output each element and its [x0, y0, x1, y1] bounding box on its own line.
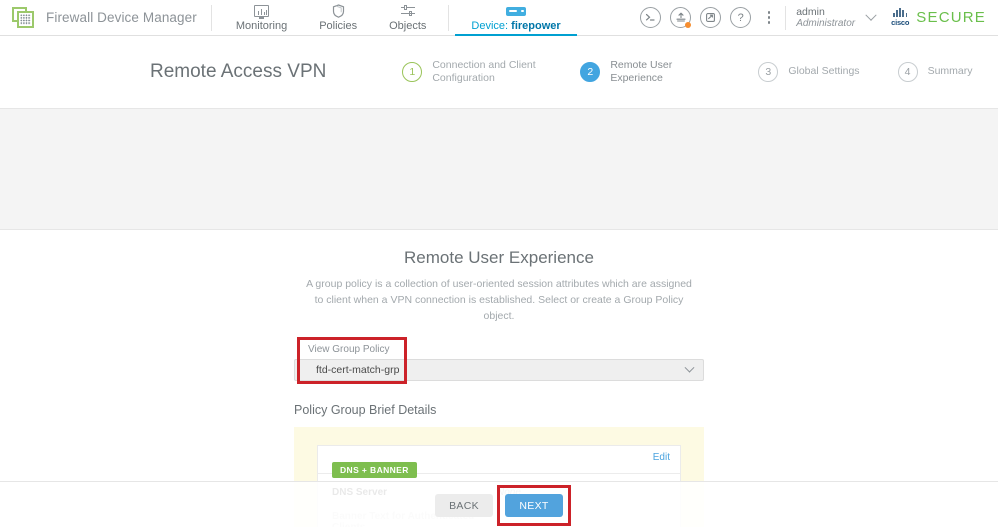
nav-label-monitoring: Monitoring	[235, 19, 288, 32]
nav-divider-2	[448, 4, 450, 31]
user-menu[interactable]: admin Administrator	[796, 5, 877, 30]
step-3-label: Global Settings	[788, 65, 860, 78]
secure-wordmark: SECURE	[916, 9, 986, 26]
header-divider	[785, 5, 787, 30]
cisco-bridge-icon	[893, 8, 908, 17]
step-1-number: 1	[402, 62, 423, 82]
tasks-icon[interactable]	[700, 7, 722, 28]
chevron-down-icon	[865, 9, 877, 21]
nav-item-monitoring[interactable]: Monitoring	[220, 0, 303, 36]
nav-item-device[interactable]: Device: firepower	[455, 0, 577, 36]
help-icon[interactable]: ?	[730, 7, 752, 28]
nav-item-policies[interactable]: Policies	[303, 0, 373, 36]
cisco-secure-logo: cisco SECURE	[891, 8, 986, 27]
group-policy-select[interactable]: ftd-cert-match-grp	[294, 359, 704, 382]
dns-banner-badge: DNS + BANNER	[332, 462, 417, 479]
brand-area: Firewall Device Manager	[0, 0, 211, 36]
section-description: A group policy is a collection of user-o…	[306, 278, 692, 322]
primary-nav: Monitoring Policies Objects Device: fire…	[220, 0, 577, 36]
kebab-menu-icon[interactable]	[762, 8, 776, 28]
shield-icon	[332, 4, 345, 19]
wizard-step-4[interactable]: 4 Summary	[897, 62, 973, 82]
product-title: Firewall Device Manager	[46, 10, 197, 25]
edit-link[interactable]: Edit	[653, 452, 670, 463]
step-3-number: 3	[758, 62, 779, 82]
nav-divider	[210, 4, 212, 31]
step-4-label: Summary	[927, 65, 973, 78]
nav-label-device: Device: firepower	[471, 20, 560, 32]
section-title: Remote User Experience	[404, 248, 594, 267]
wizard-step-3[interactable]: 3 Global Settings	[758, 62, 860, 82]
user-name: admin	[796, 5, 825, 18]
next-button-wrapper: NEXT	[497, 485, 571, 526]
nav-label-policies: Policies	[319, 19, 358, 32]
device-prefix: Device:	[471, 19, 512, 32]
step-4-number: 4	[897, 62, 918, 82]
wizard-step-2[interactable]: 2 Remote User Experience	[580, 59, 720, 85]
header-tools: ? admin Administrator cisco SECURE	[640, 0, 998, 36]
step-2-number: 2	[580, 62, 601, 82]
step-2-label: Remote User Experience	[610, 58, 673, 84]
wizard-steps: 1 Connection and Client Configuration 2 …	[402, 59, 973, 85]
cli-console-icon[interactable]	[640, 7, 662, 28]
group-policy-label: View Group Policy	[308, 344, 390, 356]
deploy-changes-icon[interactable]	[670, 7, 692, 28]
page-title: Remote Access VPN	[150, 61, 327, 82]
back-button[interactable]: BACK	[435, 494, 493, 517]
chevron-down-icon	[684, 362, 695, 373]
vpn-topology-diagram: Remote Users Secure Clients Intern	[0, 108, 998, 318]
firewall-device-manager-app: Firewall Device Manager Monitoring Polic…	[0, 0, 998, 527]
next-button[interactable]: NEXT	[505, 494, 563, 517]
firewall-device-manager-logo-icon	[12, 6, 36, 29]
main-content: Remote User Experience A group policy is…	[0, 230, 998, 527]
group-policy-field: View Group Policy ftd-cert-match-grp	[294, 337, 704, 385]
deploy-pending-badge	[685, 22, 692, 28]
device-appliance-icon	[506, 4, 527, 19]
nav-label-objects: Objects	[389, 19, 427, 32]
user-role: Administrator	[796, 17, 856, 29]
monitoring-icon	[254, 4, 270, 19]
sliders-icon	[400, 4, 415, 19]
nav-item-objects[interactable]: Objects	[373, 0, 442, 36]
device-name: firepower	[511, 19, 561, 32]
wizard-header: Remote Access VPN 1 Connection and Clien…	[0, 36, 998, 108]
cisco-wordmark: cisco	[891, 18, 910, 27]
wizard-step-1[interactable]: 1 Connection and Client Configuration	[402, 59, 542, 85]
details-heading: Policy Group Brief Details	[294, 403, 437, 418]
step-1-label: Connection and Client Configuration	[432, 58, 536, 84]
group-policy-value: ftd-cert-match-grp	[316, 364, 400, 377]
top-navigation-bar: Firewall Device Manager Monitoring Polic…	[0, 0, 998, 36]
wizard-footer: BACK NEXT	[0, 481, 998, 527]
help-glyph: ?	[737, 11, 744, 24]
